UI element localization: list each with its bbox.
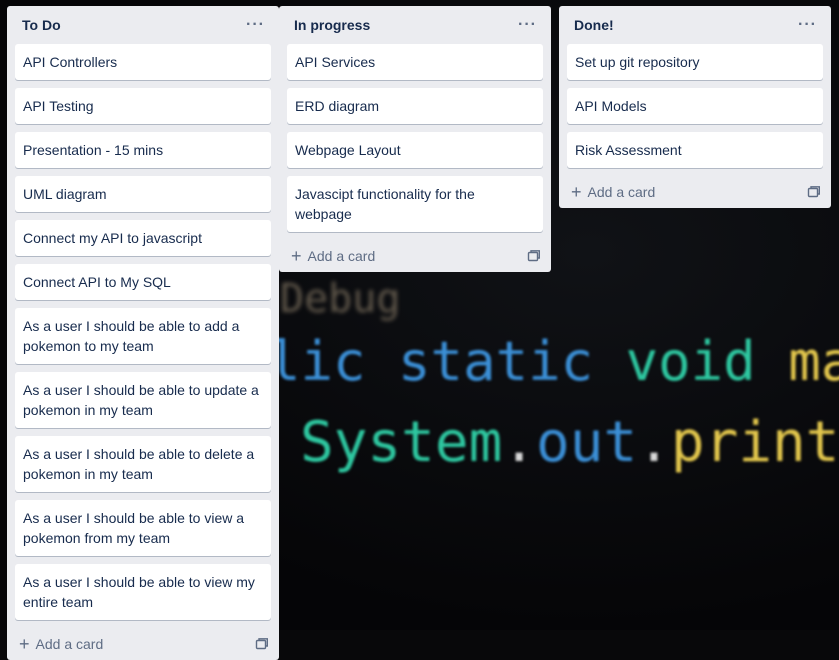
plus-icon: + bbox=[19, 634, 30, 654]
list-card[interactable]: As a user I should be able to update a p… bbox=[15, 372, 271, 428]
list-card[interactable]: As a user I should be able to view a pok… bbox=[15, 500, 271, 556]
list-menu-icon[interactable]: ··· bbox=[514, 14, 541, 36]
card-list: API Services ERD diagram Webpage Layout Jav… bbox=[279, 44, 551, 232]
add-card-label: Add a card bbox=[587, 184, 656, 200]
list-to-do: To Do ··· API Controllers API Testing Pres… bbox=[7, 6, 279, 660]
list-card[interactable]: Connect API to My SQL bbox=[15, 264, 271, 300]
add-card-row: + Add a card bbox=[7, 628, 279, 660]
card-template-icon[interactable] bbox=[527, 249, 541, 263]
add-card-row: + Add a card bbox=[279, 240, 551, 272]
list-card[interactable]: Risk Assessment bbox=[567, 132, 823, 168]
list-card[interactable]: ERD diagram bbox=[287, 88, 543, 124]
list-card[interactable]: UML diagram bbox=[15, 176, 271, 212]
add-card-button[interactable]: + Add a card bbox=[19, 635, 103, 653]
list-menu-icon[interactable]: ··· bbox=[242, 14, 269, 36]
add-card-button[interactable]: + Add a card bbox=[571, 183, 655, 201]
list-done: Done! ··· Set up git repository API Model… bbox=[559, 6, 831, 208]
card-template-icon[interactable] bbox=[255, 637, 269, 651]
list-card[interactable]: Connect my API to javascript bbox=[15, 220, 271, 256]
card-list: Set up git repository API Models Risk Asse… bbox=[559, 44, 831, 168]
list-card[interactable]: As a user I should be able to add a poke… bbox=[15, 308, 271, 364]
list-card[interactable]: API Services bbox=[287, 44, 543, 80]
plus-icon: + bbox=[291, 246, 302, 266]
list-title[interactable]: In progress bbox=[294, 17, 370, 33]
card-template-icon[interactable] bbox=[807, 185, 821, 199]
list-title[interactable]: To Do bbox=[22, 17, 61, 33]
list-in-progress: In progress ··· API Services ERD diagram W… bbox=[279, 6, 551, 272]
list-header: To Do ··· bbox=[7, 6, 279, 44]
list-card[interactable]: As a user I should be able to delete a p… bbox=[15, 436, 271, 492]
list-title[interactable]: Done! bbox=[574, 17, 614, 33]
list-card[interactable]: API Testing bbox=[15, 88, 271, 124]
list-card[interactable]: Webpage Layout bbox=[287, 132, 543, 168]
list-card[interactable]: API Models bbox=[567, 88, 823, 124]
list-card[interactable]: As a user I should be able to view my en… bbox=[15, 564, 271, 620]
add-card-label: Add a card bbox=[35, 636, 104, 652]
list-card[interactable]: API Controllers bbox=[15, 44, 271, 80]
list-header: Done! ··· bbox=[559, 6, 831, 44]
add-card-label: Add a card bbox=[307, 248, 376, 264]
list-card[interactable]: Set up git repository bbox=[567, 44, 823, 80]
list-menu-icon[interactable]: ··· bbox=[794, 14, 821, 36]
card-list: API Controllers API Testing Presentation -… bbox=[7, 44, 279, 620]
board: To Do ··· API Controllers API Testing Pres… bbox=[0, 0, 839, 660]
add-card-button[interactable]: + Add a card bbox=[291, 247, 375, 265]
list-header: In progress ··· bbox=[279, 6, 551, 44]
list-card[interactable]: Javascipt functionality for the webpage bbox=[287, 176, 543, 232]
add-card-row: + Add a card bbox=[559, 176, 831, 208]
list-card[interactable]: Presentation - 15 mins bbox=[15, 132, 271, 168]
plus-icon: + bbox=[571, 182, 582, 202]
